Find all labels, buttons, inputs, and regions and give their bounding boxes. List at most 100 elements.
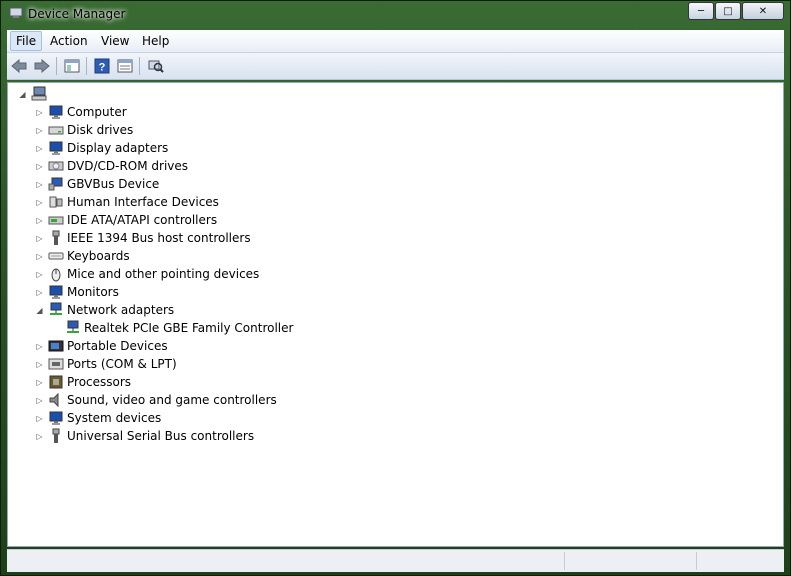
back-button[interactable]	[10, 57, 28, 75]
tree-child-item[interactable]: Realtek PCIe GBE Family Controller	[8, 319, 783, 337]
expand-arrow-icon[interactable]: ▷	[35, 378, 44, 387]
tree-item[interactable]: ▷ IEEE 1394 Bus host controllers	[8, 229, 783, 247]
bus-device-icon	[48, 176, 64, 192]
expand-arrow-icon[interactable]: ▷	[35, 360, 44, 369]
console-tree-icon	[64, 59, 80, 73]
expand-arrow-icon[interactable]: ▷	[35, 288, 44, 297]
status-bar	[7, 549, 784, 572]
collapse-arrow-icon[interactable]: ◢	[35, 306, 44, 315]
tree-item-label: IDE ATA/ATAPI controllers	[67, 213, 218, 227]
ieee1394-icon	[48, 230, 64, 246]
window-title: Device Manager	[28, 7, 126, 21]
expand-arrow-icon[interactable]: ▷	[35, 414, 44, 423]
show-hide-console-tree-button[interactable]	[63, 57, 81, 75]
help-icon: ?	[94, 58, 110, 74]
ide-icon	[48, 212, 64, 228]
minimize-icon: ─	[697, 5, 705, 17]
collapse-arrow-icon[interactable]: ◢	[18, 90, 27, 99]
port-icon	[48, 356, 64, 372]
tree-item-label: DVD/CD-ROM drives	[67, 159, 189, 173]
caption-buttons: ─ □ ✕	[687, 2, 784, 20]
scan-hardware-button[interactable]	[147, 57, 165, 75]
tree-item-label: Network adapters	[67, 303, 175, 317]
title-bar[interactable]: Device Manager ─ □ ✕	[1, 1, 790, 29]
tree-item-label: Monitors	[67, 285, 119, 299]
menu-bar: File Action View Help	[7, 30, 784, 53]
tree-item-label: System devices	[67, 411, 162, 425]
expand-arrow-icon[interactable]: ▷	[35, 432, 44, 441]
tree-item-label: Ports (COM & LPT)	[67, 357, 177, 371]
forward-icon	[34, 59, 50, 73]
tree-item[interactable]: ▷ GBVBus Device	[8, 175, 783, 193]
tree-item[interactable]: ▷ Computer	[8, 103, 783, 121]
root-computer-icon	[31, 86, 47, 102]
device-manager-app-icon	[9, 7, 23, 18]
close-button[interactable]: ✕	[742, 2, 784, 20]
menu-action[interactable]: Action	[45, 32, 93, 50]
expand-arrow-icon[interactable]: ▷	[35, 108, 44, 117]
tree-item[interactable]: ▷ Universal Serial Bus controllers	[8, 427, 783, 445]
menu-file[interactable]: File	[10, 31, 43, 51]
hid-icon	[48, 194, 64, 210]
properties-button[interactable]	[116, 57, 134, 75]
expand-arrow-icon[interactable]: ▷	[35, 162, 44, 171]
network-adapter-icon	[48, 302, 64, 318]
tree-item-label: Keyboards	[67, 249, 130, 263]
usb-icon	[48, 428, 64, 444]
display-adapter-icon	[48, 140, 64, 156]
sound-icon	[48, 392, 64, 408]
monitor-icon	[48, 284, 64, 300]
tree-item[interactable]: ▷ Disk drives	[8, 121, 783, 139]
svg-text:?: ?	[99, 62, 106, 74]
expand-arrow-icon[interactable]: ▷	[35, 270, 44, 279]
expand-arrow-icon[interactable]: ▷	[35, 216, 44, 225]
tree-item-label: Portable Devices	[67, 339, 168, 353]
tree-item[interactable]: ◢ Network adapters	[8, 301, 783, 319]
dvd-icon	[48, 158, 64, 174]
tree-item-label: GBVBus Device	[67, 177, 160, 191]
tree-item[interactable]: ▷ Portable Devices	[8, 337, 783, 355]
tree-item-label: IEEE 1394 Bus host controllers	[67, 231, 251, 245]
expand-arrow-icon[interactable]: ▷	[35, 252, 44, 261]
menu-view[interactable]: View	[96, 32, 134, 50]
expand-arrow-icon[interactable]: ▷	[35, 234, 44, 243]
tree-item-label: Realtek PCIe GBE Family Controller	[84, 321, 294, 335]
tree-item-label: Display adapters	[67, 141, 169, 155]
expand-arrow-icon[interactable]: ▷	[35, 342, 44, 351]
maximize-button[interactable]: □	[715, 2, 741, 20]
help-button[interactable]: ?	[93, 57, 111, 75]
tree-item[interactable]: ▷ Human Interface Devices	[8, 193, 783, 211]
tree-item-label: Universal Serial Bus controllers	[67, 429, 255, 443]
menu-help[interactable]: Help	[137, 32, 174, 50]
tree-item[interactable]: ▷ DVD/CD-ROM drives	[8, 157, 783, 175]
minimize-button[interactable]: ─	[688, 2, 714, 20]
tree-item[interactable]: ▷ Monitors	[8, 283, 783, 301]
back-icon	[11, 59, 27, 73]
tree-item[interactable]: ▷ System devices	[8, 409, 783, 427]
device-manager-window: Device Manager ─ □ ✕ File Action View He…	[0, 0, 791, 576]
toolbar-separator	[56, 57, 57, 75]
tree-item-label: Mice and other pointing devices	[67, 267, 260, 281]
expand-arrow-icon[interactable]: ▷	[35, 396, 44, 405]
tree-item[interactable]: ▷ Ports (COM & LPT)	[8, 355, 783, 373]
close-icon: ✕	[758, 5, 768, 17]
tree-item[interactable]: ▷ Processors	[8, 373, 783, 391]
forward-button[interactable]	[33, 57, 51, 75]
tree-item[interactable]: ▷ Sound, video and game controllers	[8, 391, 783, 409]
expand-arrow-icon[interactable]: ▷	[35, 180, 44, 189]
tree-item[interactable]: ▷ Keyboards	[8, 247, 783, 265]
tree-root-node[interactable]: ◢	[8, 85, 783, 103]
status-cell	[564, 552, 695, 570]
device-tree[interactable]: ◢ ▷ Computer ▷ Disk drives ▷ Display adapters ▷…	[7, 82, 784, 547]
expand-arrow-icon[interactable]: ▷	[35, 144, 44, 153]
toolbar-separator	[139, 57, 140, 75]
tree-item[interactable]: ▷ Display adapters	[8, 139, 783, 157]
tree-item[interactable]: ▷ Mice and other pointing devices	[8, 265, 783, 283]
expand-arrow-icon[interactable]: ▷	[35, 126, 44, 135]
tree-item[interactable]: ▷ IDE ATA/ATAPI controllers	[8, 211, 783, 229]
toolbar: ?	[7, 53, 784, 80]
system-device-icon	[48, 410, 64, 426]
expand-arrow-icon[interactable]: ▷	[35, 198, 44, 207]
network-adapter-icon	[65, 320, 81, 336]
tree-item-label: Processors	[67, 375, 132, 389]
